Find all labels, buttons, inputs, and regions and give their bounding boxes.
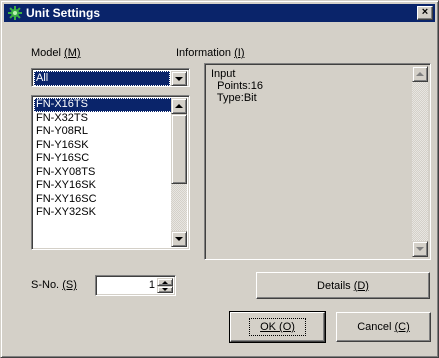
scroll-up-button[interactable]	[171, 98, 187, 114]
model-list-items: FN-X16TS FN-X32TS FN-Y08RL FN-Y16SK FN-Y16SC…	[34, 98, 172, 220]
sno-input[interactable]: 1	[149, 278, 155, 293]
information-label-shortcut: (I)	[234, 47, 245, 59]
model-list-item[interactable]: FN-Y08RL	[34, 125, 172, 139]
window-title: Unit Settings	[26, 6, 100, 20]
scroll-down-button[interactable]	[171, 231, 187, 247]
scroll-down-icon	[416, 247, 424, 251]
info-scroll-up-button	[412, 66, 428, 82]
model-list-item[interactable]: FN-XY16SK	[34, 179, 172, 193]
information-line: Points:16	[211, 80, 263, 92]
close-button[interactable]: ×	[417, 6, 433, 20]
chevron-down-icon	[175, 76, 183, 81]
model-dropdown-button[interactable]	[171, 71, 187, 86]
cancel-button[interactable]: Cancel (C)	[336, 312, 431, 342]
model-list-scrollbar[interactable]	[171, 98, 187, 247]
model-label-shortcut: (M)	[64, 47, 81, 59]
sno-label: S-No. (S)	[31, 279, 77, 291]
sno-spin[interactable]	[157, 278, 173, 293]
decrement-icon	[162, 288, 168, 291]
close-icon: ×	[421, 6, 429, 18]
scroll-thumb[interactable]	[171, 114, 187, 184]
information-scrollbar	[412, 66, 428, 257]
information-label: Information (I)	[176, 47, 244, 59]
ok-button[interactable]: OK (O)	[229, 311, 326, 343]
model-dropdown[interactable]: All	[31, 68, 190, 87]
scroll-up-icon	[416, 72, 424, 76]
model-list-item[interactable]: FN-Y16SC	[34, 152, 172, 166]
cancel-button-label: Cancel (C)	[357, 321, 410, 333]
information-line: Type:Bit	[211, 92, 257, 104]
title-bar[interactable]: Unit Settings ×	[4, 4, 435, 22]
model-list-item[interactable]: FN-XY16SC	[34, 193, 172, 207]
info-scroll-down-button	[412, 241, 428, 257]
sno-stepper[interactable]: 1	[95, 275, 176, 296]
details-button-label: Details (D)	[317, 279, 369, 292]
model-list-item[interactable]: FN-XY08TS	[34, 166, 172, 180]
model-list-item[interactable]: FN-XY32SK	[34, 206, 172, 220]
gear-star-icon	[8, 6, 22, 20]
model-listbox[interactable]: FN-X16TS FN-X32TS FN-Y08RL FN-Y16SK FN-Y16SC…	[31, 95, 190, 250]
model-label: Model (M)	[31, 47, 81, 59]
model-label-text: Model	[31, 47, 65, 59]
details-button[interactable]: Details (D)	[256, 272, 430, 299]
sno-increment-button[interactable]	[157, 278, 173, 286]
model-list-item[interactable]: FN-Y16SK	[34, 139, 172, 153]
information-text: Input Points:16 Type:Bit	[211, 68, 263, 104]
scroll-down-icon	[175, 237, 183, 241]
unit-settings-dialog: Unit Settings × Model (M) Information (I…	[0, 0, 439, 358]
model-dropdown-value[interactable]: All	[34, 71, 170, 86]
model-list-item[interactable]: FN-X16TS	[34, 98, 172, 112]
information-panel: Input Points:16 Type:Bit	[204, 63, 431, 260]
increment-icon	[162, 280, 168, 284]
scroll-up-icon	[175, 104, 183, 108]
information-label-text: Information	[176, 47, 235, 59]
sno-label-text: S-No.	[31, 279, 63, 291]
sno-decrement-button[interactable]	[157, 286, 173, 293]
sno-label-shortcut: (S)	[62, 279, 77, 291]
model-list-item[interactable]: FN-X32TS	[34, 112, 172, 126]
information-line: Input	[211, 68, 236, 80]
ok-button-label: OK (O)	[249, 318, 306, 336]
